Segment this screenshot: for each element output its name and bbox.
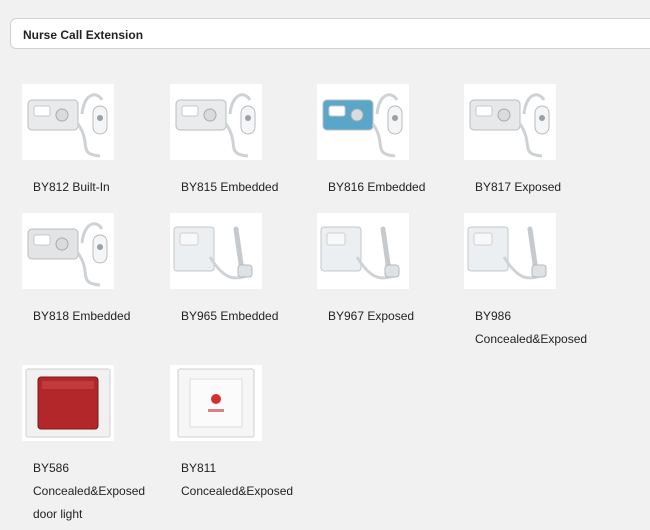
handset-panel-icon xyxy=(27,93,108,158)
product-label[interactable]: BY965 Embedded xyxy=(181,305,278,328)
product-label[interactable]: BY967 Exposed xyxy=(328,305,414,328)
product-image[interactable] xyxy=(22,84,114,160)
product-label-line: door light xyxy=(33,507,83,521)
product-label-line: BY811 xyxy=(181,461,217,475)
product-image[interactable] xyxy=(317,213,409,289)
product-label-line: BY812 Built-In xyxy=(33,180,110,194)
product-label[interactable]: BY816 Embedded xyxy=(328,176,425,199)
product-image[interactable] xyxy=(170,84,262,160)
product-label[interactable]: BY811 Concealed&Exposed xyxy=(181,457,293,503)
product-image[interactable] xyxy=(22,365,114,441)
product-label-line: BY817 Exposed xyxy=(475,180,562,194)
product-image[interactable] xyxy=(22,213,114,289)
handset-wall-icon xyxy=(173,226,253,280)
product-label-line: Concealed&Exposed xyxy=(181,484,294,498)
product-image[interactable] xyxy=(170,365,262,441)
door-light-icon xyxy=(25,368,111,438)
handset-panel-icon xyxy=(27,222,108,287)
product-label[interactable]: BY986 Concealed&Exposed xyxy=(475,305,587,351)
product-label-line: BY816 Embedded xyxy=(328,180,426,194)
product-label[interactable]: BY818 Embedded xyxy=(33,305,130,328)
product-label-line: BY586 xyxy=(33,461,70,475)
product-image[interactable] xyxy=(464,84,556,160)
product-label-line: Concealed&Exposed xyxy=(33,484,146,498)
product-image[interactable] xyxy=(317,84,409,160)
section-header: Nurse Call Extension xyxy=(10,18,650,49)
product-label-line: BY818 Embedded xyxy=(33,309,131,323)
section-title: Nurse Call Extension xyxy=(23,28,144,42)
product-label-line: Concealed&Exposed xyxy=(475,332,588,346)
product-label-line: BY815 Embedded xyxy=(181,180,279,194)
call-button-icon xyxy=(177,368,255,438)
handset-wall-icon xyxy=(320,226,400,280)
product-label[interactable]: BY812 Built-In xyxy=(33,176,110,199)
product-label[interactable]: BY586 Concealed&Exposed door light xyxy=(33,457,145,526)
product-label[interactable]: BY817 Exposed xyxy=(475,176,561,199)
handset-panel-icon xyxy=(469,93,550,158)
product-label[interactable]: BY815 Embedded xyxy=(181,176,278,199)
handset-panel-icon xyxy=(322,93,403,158)
product-image[interactable] xyxy=(464,213,556,289)
product-image[interactable] xyxy=(170,213,262,289)
handset-wall-icon xyxy=(467,226,547,280)
handset-panel-icon xyxy=(175,93,256,158)
product-label-line: BY986 xyxy=(475,309,512,323)
product-label-line: BY965 Embedded xyxy=(181,309,279,323)
product-label-line: BY967 Exposed xyxy=(328,309,415,323)
